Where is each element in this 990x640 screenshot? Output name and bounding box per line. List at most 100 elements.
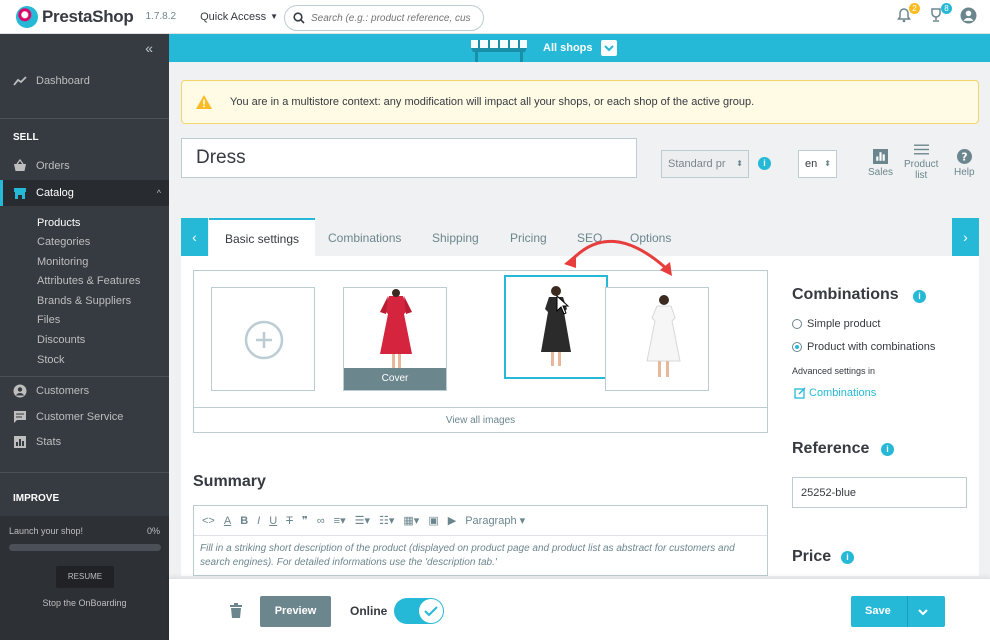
list-icon [913, 144, 929, 155]
align-icon[interactable]: ≡▾ [334, 514, 346, 527]
underline-icon[interactable]: U [269, 515, 277, 527]
online-toggle[interactable] [394, 598, 444, 624]
product-type-info-icon[interactable]: i [758, 157, 771, 170]
product-image-red-dress[interactable]: Cover [343, 287, 447, 391]
product-list-button[interactable]: Product list [904, 143, 938, 181]
search-box[interactable] [284, 5, 484, 31]
tabs-scroll-left[interactable]: ‹ [181, 218, 208, 256]
reference-input[interactable] [792, 477, 967, 508]
media-icon[interactable]: ▶ [448, 514, 456, 527]
resume-button[interactable]: RESUME [56, 566, 114, 588]
product-list-label-line2: list [915, 170, 928, 181]
combinations-info-icon[interactable]: i [913, 290, 926, 303]
summary-editor[interactable]: <> A B I U T ❞ ∞ ≡▾ ☰▾ ☷▾ ▦▾ ▣ ▶ Paragra… [193, 505, 768, 576]
sidebar-item-dashboard[interactable]: Dashboard [0, 69, 169, 93]
trending-up-icon [13, 76, 27, 86]
combinations-product-option[interactable]: Product with combinations [792, 341, 935, 353]
text-color-icon[interactable]: A [224, 515, 231, 527]
numbered-list-icon[interactable]: ☷▾ [379, 514, 394, 527]
chevron-right-icon: › [963, 229, 968, 245]
paragraph-select[interactable]: Paragraph ▾ [465, 514, 525, 527]
sidebar-item-stats[interactable]: Stats [0, 430, 169, 454]
tab-shipping[interactable]: Shipping [432, 218, 479, 256]
bold-icon[interactable]: B [240, 515, 248, 527]
italic-icon[interactable]: I [257, 515, 260, 527]
product-name-input[interactable] [181, 138, 637, 178]
tab-pricing[interactable]: Pricing [510, 218, 547, 256]
warning-icon [196, 95, 212, 109]
sidebar-item-label: Catalog [36, 187, 74, 199]
product-image-black-dress[interactable] [504, 275, 608, 379]
sidebar-subitem-monitoring[interactable]: Monitoring [37, 256, 88, 268]
white-dress-image [646, 295, 681, 377]
link-icon[interactable]: ∞ [317, 515, 325, 527]
combinations-link[interactable]: Combinations [794, 387, 876, 399]
code-icon[interactable]: <> [202, 515, 215, 527]
quote-icon[interactable]: ❞ [302, 514, 308, 527]
stop-onboarding-link[interactable]: Stop the OnBoarding [0, 598, 169, 608]
simple-product-option[interactable]: Simple product [792, 318, 880, 330]
image-icon[interactable]: ▣ [428, 514, 438, 527]
preview-button[interactable]: Preview [260, 596, 331, 627]
shop-selector-label[interactable]: All shops [543, 42, 593, 54]
tab-combinations[interactable]: Combinations [328, 218, 401, 256]
strikethrough-icon[interactable]: T [286, 515, 293, 527]
shop-awning-icon [471, 40, 527, 62]
footer-bar: Preview Online Save [169, 578, 990, 640]
sidebar-divider [0, 376, 169, 377]
language-select[interactable]: en ⬍ [798, 150, 837, 178]
sidebar-item-catalog[interactable]: Catalog ^ [0, 180, 169, 206]
onboarding-progress-bar [9, 544, 161, 551]
save-label: Save [865, 605, 891, 617]
view-all-images-link[interactable]: View all images [193, 407, 768, 433]
tab-basic-settings[interactable]: Basic settings [209, 218, 316, 256]
sidebar-subitem-brands[interactable]: Brands & Suppliers [37, 295, 131, 307]
quick-access-menu[interactable]: Quick Access ▼ [200, 11, 278, 23]
sidebar-subitem-discounts[interactable]: Discounts [37, 334, 85, 346]
user-account-icon [960, 7, 977, 24]
product-type-select[interactable]: Standard pr ⬍ [661, 150, 749, 178]
sidebar-subitem-products[interactable]: Products [37, 217, 80, 229]
orders-button[interactable]: 8 [928, 3, 952, 25]
sidebar-item-orders[interactable]: Orders [0, 154, 169, 178]
combinations-title: Combinations [792, 286, 899, 303]
chevron-up-icon: ^ [156, 188, 161, 198]
section-improve: IMPROVE [13, 493, 60, 504]
collapse-sidebar-icon[interactable]: « [145, 40, 153, 56]
chevron-down-icon[interactable] [917, 606, 929, 618]
tabs-scroll-right[interactable]: › [952, 218, 979, 256]
external-link-icon [794, 387, 806, 399]
shop-selector-dropdown[interactable] [601, 40, 617, 56]
sidebar-item-customer-service[interactable]: Customer Service [0, 405, 169, 429]
account-button[interactable] [960, 7, 978, 25]
sidebar-subitem-attributes[interactable]: Attributes & Features [37, 275, 140, 287]
chat-icon [14, 411, 26, 423]
sidebar-subitem-stock[interactable]: Stock [37, 354, 65, 366]
sidebar-item-label: Orders [36, 160, 70, 172]
sidebar-item-customers[interactable]: Customers [0, 379, 169, 403]
simple-product-radio[interactable] [792, 319, 802, 329]
bullet-list-icon[interactable]: ☰▾ [355, 514, 370, 527]
combinations-product-radio[interactable] [792, 342, 802, 352]
sidebar-subitem-categories[interactable]: Categories [37, 236, 90, 248]
top-icons: 2 8 [896, 3, 978, 25]
search-input[interactable] [311, 12, 471, 24]
version-label: 1.7.8.2 [145, 11, 177, 22]
help-button[interactable]: ? Help [954, 149, 975, 178]
table-icon[interactable]: ▦▾ [403, 514, 419, 527]
product-image-white-dress[interactable] [605, 287, 709, 391]
logo[interactable]: PrestaShop [16, 5, 134, 28]
save-button[interactable]: Save [851, 596, 945, 627]
prestashop-logo-icon [16, 5, 38, 28]
sidebar-subitem-files[interactable]: Files [37, 314, 60, 326]
notifications-badge: 2 [909, 3, 920, 14]
reference-info-icon[interactable]: i [881, 443, 894, 456]
sales-button[interactable]: Sales [868, 149, 893, 178]
trash-icon[interactable] [230, 603, 242, 618]
sidebar-item-label: Stats [36, 436, 62, 448]
add-image-button[interactable] [211, 287, 315, 391]
price-info-icon[interactable]: i [841, 551, 854, 564]
store-icon [14, 188, 26, 199]
notifications-button[interactable]: 2 [896, 3, 920, 25]
cover-label: Cover [344, 368, 446, 390]
